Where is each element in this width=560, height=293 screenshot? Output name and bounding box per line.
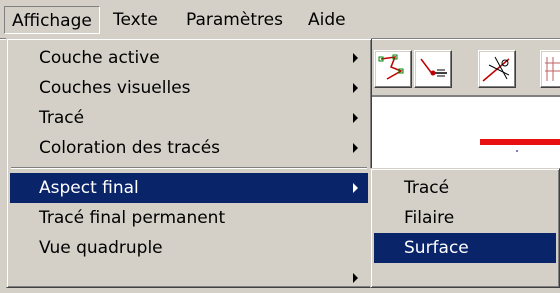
- submenu-arrow-icon: [353, 113, 358, 123]
- cut-tool-icon: [482, 56, 510, 82]
- menu-texte[interactable]: Texte: [106, 6, 165, 34]
- submenu-arrow-icon: [353, 183, 358, 193]
- menu-separator: [11, 167, 367, 169]
- submenu-item-filaire[interactable]: Filaire: [374, 203, 556, 233]
- submenu-arrow-icon: [353, 53, 358, 63]
- submenu-item-label: Surface: [404, 238, 469, 258]
- grid-tool-button[interactable]: [540, 50, 560, 88]
- submenu-item-trace[interactable]: Tracé: [374, 173, 556, 203]
- menu-aide[interactable]: Aide: [301, 6, 353, 34]
- menu-item-coloration-des-traces[interactable]: Coloration des tracés: [10, 133, 368, 163]
- submenu-item-label: Filaire: [404, 208, 455, 228]
- menu-affichage[interactable]: Affichage: [4, 6, 100, 34]
- cut-tool-button[interactable]: [478, 50, 516, 88]
- curve-tool-icon: [378, 54, 404, 80]
- menu-item-partial[interactable]: [10, 263, 368, 293]
- menu-item-trace[interactable]: Tracé: [10, 103, 368, 133]
- menu-item-vue-quadruple[interactable]: Vue quadruple: [10, 233, 368, 263]
- submenu-arrow-icon: [353, 143, 358, 153]
- menu-item-label: Tracé: [39, 108, 85, 128]
- menu-item-aspect-final[interactable]: Aspect final: [10, 173, 368, 203]
- menubar: Affichage Texte Paramètres Aide: [0, 0, 560, 38]
- affichage-dropdown-menu: Couche active Couches visuelles Tracé Co…: [6, 38, 372, 288]
- menu-item-label: Tracé final permanent: [39, 208, 226, 228]
- menu-item-label: Vue quadruple: [39, 238, 163, 258]
- point-line-tool-button[interactable]: [414, 50, 452, 88]
- aspect-final-submenu: Tracé Filaire Surface: [370, 168, 560, 288]
- menu-item-label: Couche active: [39, 48, 160, 68]
- menu-item-couche-active[interactable]: Couche active: [10, 43, 368, 73]
- submenu-item-label: Tracé: [404, 178, 450, 198]
- menu-item-couches-visuelles[interactable]: Couches visuelles: [10, 73, 368, 103]
- canvas-point: [516, 150, 518, 152]
- submenu-item-surface[interactable]: Surface: [374, 233, 556, 263]
- grid-tool-icon: [545, 57, 560, 81]
- curve-tool-button[interactable]: [374, 50, 412, 88]
- trace-line: [480, 139, 560, 145]
- menu-item-label: Aspect final: [39, 178, 139, 198]
- point-line-tool-icon: [420, 58, 447, 77]
- menu-item-trace-final-permanent[interactable]: Tracé final permanent: [10, 203, 368, 233]
- menu-item-label: Coloration des tracés: [39, 138, 221, 158]
- menu-item-label: Couches visuelles: [39, 78, 191, 98]
- menu-parametres[interactable]: Paramètres: [179, 6, 290, 34]
- submenu-arrow-icon: [353, 83, 358, 93]
